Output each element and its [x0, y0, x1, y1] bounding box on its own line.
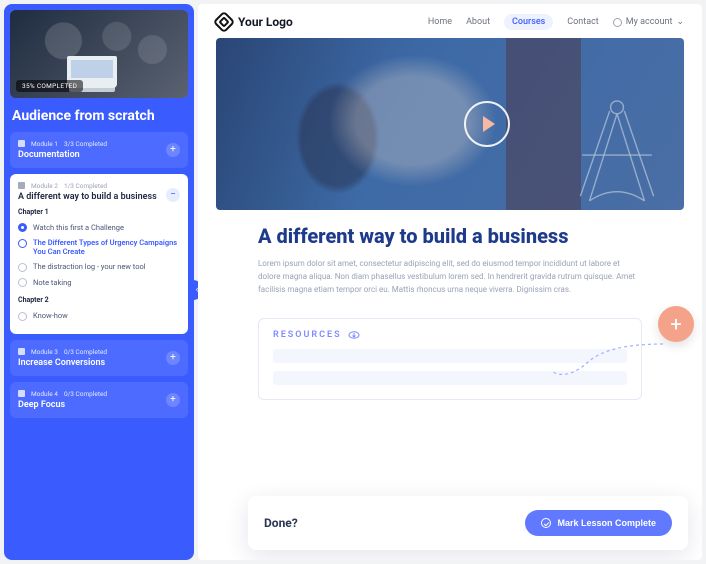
lesson-title: Know-how — [33, 311, 68, 320]
collapse-icon[interactable]: − — [166, 188, 180, 202]
module-index: Module 1 — [31, 140, 58, 148]
lesson-title: Note taking — [33, 278, 71, 287]
lesson-item[interactable]: Watch this first a Challenge — [18, 220, 180, 236]
compass-icon — [562, 90, 672, 210]
status-todo-icon — [18, 263, 27, 272]
module-name: Increase Conversions — [18, 358, 180, 368]
module-name: A different way to build a business — [18, 192, 180, 202]
nav-home[interactable]: Home — [428, 17, 452, 27]
module-3[interactable]: Module 3 0/3 Completed Increase Conversi… — [10, 340, 188, 376]
resources-heading: RESOURCES — [273, 330, 342, 340]
done-question: Done? — [264, 516, 298, 530]
course-sidebar: 35% COMPLETED Audience from scratch Modu… — [4, 4, 194, 560]
check-icon — [541, 518, 551, 528]
main-content: Your Logo Home About Courses Contact My … — [198, 4, 702, 560]
module-progress: 3/3 Completed — [64, 140, 107, 148]
nav-account[interactable]: My account ⌄ — [613, 17, 684, 27]
module-progress: 0/3 Completed — [64, 390, 107, 398]
primary-nav: Home About Courses Contact My account ⌄ — [428, 14, 684, 30]
lesson-body: Lorem ipsum dolor sit amet, consectetur … — [258, 258, 642, 296]
completion-bar: Done? Mark Lesson Complete — [248, 496, 688, 550]
status-todo-icon — [18, 278, 27, 287]
module-progress: 0/3 Completed — [64, 348, 107, 356]
lesson-heading: A different way to build a business — [258, 224, 642, 248]
book-icon — [18, 140, 25, 147]
chapter-label: Chapter 2 — [18, 296, 180, 304]
status-done-icon — [18, 223, 27, 232]
expand-icon[interactable]: + — [166, 143, 180, 157]
lesson-item[interactable]: The Different Types of Urgency Campaigns… — [18, 235, 180, 259]
module-index: Module 4 — [31, 390, 58, 398]
mark-complete-label: Mark Lesson Complete — [557, 518, 656, 528]
user-icon — [613, 18, 622, 27]
course-hero-image: 35% COMPLETED — [10, 10, 188, 98]
decorative-arrow-icon — [548, 342, 668, 382]
logo[interactable]: Your Logo — [216, 14, 293, 30]
lesson-title: The distraction log - your new tool — [33, 262, 146, 271]
book-icon — [18, 182, 25, 189]
lesson-item[interactable]: The distraction log - your new tool — [18, 259, 180, 275]
mark-complete-button[interactable]: Mark Lesson Complete — [525, 510, 672, 536]
lesson-video[interactable] — [216, 38, 684, 210]
logo-text: Your Logo — [238, 15, 293, 29]
nav-courses[interactable]: Courses — [504, 14, 553, 30]
module-name: Documentation — [18, 150, 180, 160]
play-icon[interactable] — [464, 101, 510, 147]
module-progress: 1/3 Completed — [64, 182, 107, 190]
module-1[interactable]: Module 1 3/3 Completed Documentation + — [10, 132, 188, 168]
course-title: Audience from scratch — [10, 104, 188, 126]
progress-badge: 35% COMPLETED — [16, 80, 83, 92]
add-button[interactable]: + — [658, 306, 694, 342]
topbar: Your Logo Home About Courses Contact My … — [198, 4, 702, 38]
nav-contact[interactable]: Contact — [567, 17, 598, 27]
lesson-title: Watch this first a Challenge — [33, 223, 124, 232]
expand-icon[interactable]: + — [166, 351, 180, 365]
book-icon — [18, 390, 25, 397]
logo-icon — [213, 11, 236, 34]
download-cloud-icon — [348, 329, 360, 341]
nav-about[interactable]: About — [466, 17, 490, 27]
status-active-icon — [18, 239, 27, 248]
lesson-title: The Different Types of Urgency Campaigns… — [33, 238, 180, 256]
expand-icon[interactable]: + — [166, 393, 180, 407]
chapter-label: Chapter 1 — [18, 208, 180, 216]
module-2: Module 2 1/3 Completed A different way t… — [10, 174, 188, 334]
book-icon — [18, 348, 25, 355]
status-todo-icon — [18, 312, 27, 321]
account-label: My account — [626, 17, 673, 27]
module-index: Module 3 — [31, 348, 58, 356]
module-4[interactable]: Module 4 0/3 Completed Deep Focus + — [10, 382, 188, 418]
chevron-down-icon: ⌄ — [676, 17, 684, 27]
lesson-item[interactable]: Note taking — [18, 275, 180, 291]
module-name: Deep Focus — [18, 400, 180, 410]
module-index: Module 2 — [31, 182, 58, 190]
lesson-item[interactable]: Know-how — [18, 308, 180, 324]
